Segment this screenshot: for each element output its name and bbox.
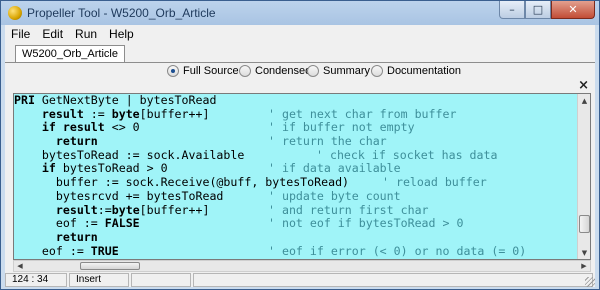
code-comment: ' get next char from buffer — [268, 106, 457, 121]
scroll-left-icon[interactable]: ◀ — [14, 261, 26, 271]
status-message — [193, 273, 593, 287]
maximize-button[interactable]: □ — [525, 1, 551, 19]
view-condensed-label: Condensed — [255, 65, 312, 77]
close-pane-icon[interactable]: × — [578, 78, 589, 93]
code-text: bytesrcvd += bytesToRead — [14, 188, 224, 203]
close-button[interactable]: ✕ — [551, 1, 595, 19]
minimize-button[interactable]: – — [499, 1, 525, 19]
code-text: PRI GetNextByte | bytesToRead — [14, 93, 217, 107]
view-mode-selector: Full Source Condensed Summary Documentat… — [5, 63, 595, 79]
code-comment: ' return the char — [268, 134, 387, 149]
title-bar[interactable]: Propeller Tool - W5200_Orb_Article – □ ✕ — [1, 1, 599, 25]
code-text: bytesToRead := sock.Available — [14, 147, 245, 162]
vertical-scroll-thumb[interactable] — [579, 215, 590, 233]
code-line[interactable]: if result <> 0 ' if buffer not empty — [14, 121, 578, 135]
view-condensed[interactable]: Condensed — [239, 63, 311, 79]
menu-bar: File Edit Run Help — [5, 25, 595, 43]
code-line[interactable]: return ' return the char — [14, 134, 578, 149]
code-text: eof := FALSE — [14, 216, 140, 231]
code-text: return — [55, 134, 98, 149]
code-line[interactable]: eof := TRUE ' eof if error (< 0) or no da… — [14, 243, 578, 259]
code-line[interactable]: result := byte[buffer++] ' get next char … — [14, 106, 578, 122]
code-line[interactable]: bytesToRead := sock.Available ' check if … — [14, 147, 578, 163]
view-full-source[interactable]: Full Source — [167, 63, 239, 79]
vertical-scrollbar[interactable]: ▲ ▼ — [577, 94, 590, 259]
code-line[interactable]: bytesrcvd += bytesToRead ' update byte co… — [14, 188, 578, 204]
code-comment: ' if data available — [268, 161, 401, 176]
radio-selected-icon[interactable] — [167, 65, 179, 77]
radio-icon[interactable] — [239, 65, 251, 77]
edit-mode: Insert — [69, 273, 129, 287]
code-editor[interactable]: PRI GetNextByte | bytesToRead result := … — [13, 93, 591, 260]
radio-icon[interactable] — [371, 65, 383, 77]
propeller-app-icon — [8, 6, 22, 20]
code-line[interactable]: return — [14, 229, 578, 245]
code-text: eof := TRUE — [14, 243, 119, 258]
view-summary[interactable]: Summary — [307, 63, 370, 79]
window-controls: – □ ✕ — [499, 1, 595, 20]
code-line[interactable]: eof := FALSE ' not eof if bytesToRead > 0 — [14, 216, 578, 231]
menu-file[interactable]: File — [5, 27, 36, 41]
client-area: W5200_Orb_Article Full Source Condensed … — [5, 43, 595, 287]
code-line[interactable]: buffer := sock.Receive(@buff, bytesToRea… — [14, 175, 578, 190]
horizontal-scrollbar[interactable]: ◀ ▶ — [13, 260, 591, 272]
menu-edit[interactable]: Edit — [36, 27, 69, 41]
scroll-right-icon[interactable]: ▶ — [578, 261, 590, 271]
resize-grip-icon[interactable] — [585, 277, 595, 287]
code-comment: ' eof if error (< 0) or no data (= 0) — [268, 243, 527, 258]
code-comment: ' and return first char — [268, 202, 429, 217]
view-summary-label: Summary — [323, 65, 371, 77]
code-text: result:=byte[buffer++] — [55, 202, 210, 217]
menu-help[interactable]: Help — [103, 27, 140, 41]
tab-w5200-orb-article[interactable]: W5200_Orb_Article — [15, 45, 125, 63]
cursor-position: 124 : 34 — [5, 273, 67, 287]
radio-icon[interactable] — [307, 65, 319, 77]
status-cell — [131, 273, 191, 287]
code-comment: ' not eof if bytesToRead > 0 — [268, 216, 464, 231]
code-text: return — [55, 229, 98, 244]
view-full-source-label: Full Source — [183, 65, 239, 77]
code-text: result := byte[buffer++] — [41, 106, 210, 121]
view-documentation[interactable]: Documentation — [371, 63, 461, 79]
status-bar: 124 : 34 Insert — [5, 273, 595, 287]
propeller-tool-window: Propeller Tool - W5200_Orb_Article – □ ✕… — [0, 0, 600, 290]
code-text: buffer := sock.Receive(@buff, bytesToRea… — [14, 175, 350, 190]
code-comment: ' update byte count — [268, 188, 401, 203]
source-code[interactable]: PRI GetNextByte | bytesToRead result := … — [14, 94, 578, 259]
code-comment: ' if buffer not empty — [268, 120, 415, 135]
code-line[interactable]: result:=byte[buffer++] ' and return first… — [14, 202, 578, 218]
code-comment: ' reload buffer — [382, 175, 487, 190]
scroll-down-icon[interactable]: ▼ — [578, 246, 590, 259]
code-comment: ' check if socket has data — [316, 147, 498, 162]
editor-header: × — [9, 78, 591, 93]
document-tabs: W5200_Orb_Article — [5, 43, 595, 63]
scroll-up-icon[interactable]: ▲ — [578, 94, 590, 107]
code-text: if bytesToRead > 0 — [41, 161, 168, 176]
code-line[interactable]: PRI GetNextByte | bytesToRead — [14, 94, 578, 108]
code-line[interactable]: if bytesToRead > 0 ' if data available — [14, 162, 578, 176]
code-text: if result <> 0 — [41, 120, 140, 135]
menu-run[interactable]: Run — [69, 27, 103, 41]
view-documentation-label: Documentation — [387, 65, 461, 77]
window-title: Propeller Tool - W5200_Orb_Article — [27, 6, 216, 20]
horizontal-scroll-thumb[interactable] — [80, 262, 140, 270]
